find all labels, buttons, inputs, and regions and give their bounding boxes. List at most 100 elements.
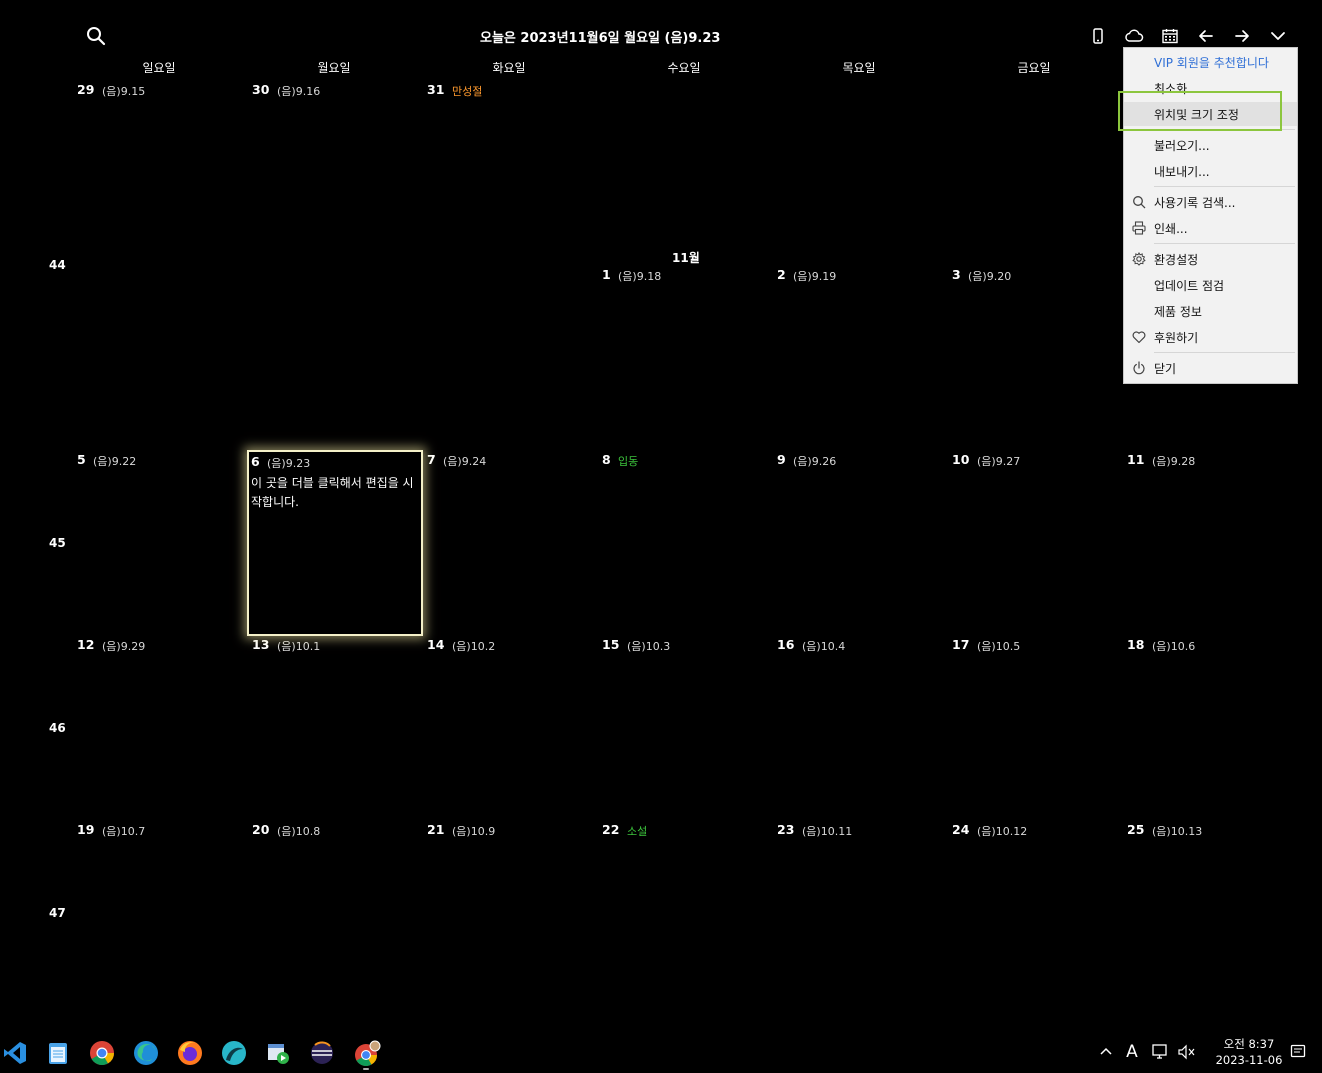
menu-separator [1154,243,1295,244]
chevron-up-icon [1100,1047,1112,1055]
calendar-button[interactable] [1158,24,1182,48]
day-number: 16 [777,637,795,652]
cloud-icon [1125,29,1144,42]
weekday-sun: 일요일 [142,61,176,75]
day-cell[interactable]: 10 (음)9.27 [949,452,1121,634]
day-cell[interactable]: 20 (음)10.8 [249,822,421,1004]
menu-item-export[interactable]: 내보내기... [1124,159,1297,183]
lunar-date: (음)10.8 [277,825,321,838]
notification-icon [1290,1044,1306,1058]
calendar-icon [1162,29,1178,44]
ime-indicator[interactable]: A [1116,1042,1148,1062]
day-cell[interactable]: 17 (음)10.5 [949,637,1121,819]
day-number: 21 [427,822,445,837]
lunar-date: (음)10.7 [102,825,146,838]
day-cell[interactable]: 12 (음)9.29 [74,637,246,819]
day-cell[interactable]: 3 (음)9.20 [949,267,1121,449]
taskbar-app-chrome-profile[interactable] [353,1040,381,1070]
taskbar: A 오전 8:37 2023-11-06 [0,1031,1322,1073]
volume-button[interactable] [1174,1044,1200,1060]
day-cell[interactable]: 5 (음)9.22 [74,452,246,634]
memo-text[interactable]: 이 곳을 더블 클릭해서 편집을 시작합니다. [251,474,419,512]
day-number: 6 [251,454,260,469]
taskbar-app-eclipse[interactable] [309,1040,335,1066]
day-number: 30 [252,82,270,97]
day-number: 11 [1127,452,1145,467]
holiday-label: 만성절 [452,85,483,98]
highlight-box [1118,91,1282,131]
menu-item-vip[interactable]: VIP 회원을 추천합니다 [1124,50,1297,74]
day-cell[interactable]: 13 (음)10.1 [249,637,421,819]
menu-toggle-button[interactable] [1266,24,1290,48]
day-number: 1 [602,267,611,282]
day-cell[interactable]: 16 (음)10.4 [774,637,946,819]
menu-item-import[interactable]: 불러오기... [1124,133,1297,157]
weekday-fri: 금요일 [1017,61,1051,75]
day-cell[interactable]: 23 (음)10.11 [774,822,946,1004]
day-cell[interactable]: 7 (음)9.24 [424,452,596,634]
day-cell[interactable]: 25 (음)10.13 [1124,822,1296,1004]
week-number: 44 [49,258,66,272]
taskbar-app-edge[interactable] [133,1040,159,1066]
taskbar-app-media[interactable] [265,1040,291,1066]
lunar-date: (음)9.27 [977,455,1021,468]
day-number: 25 [1127,822,1145,837]
menu-separator [1154,186,1295,187]
day-cell[interactable]: 29 (음)9.15 [74,82,246,264]
day-cell[interactable]: 11 (음)9.28 [1124,452,1296,634]
day-cell[interactable]: 30 (음)9.16 [249,82,421,264]
menu-item-settings[interactable]: 환경설정 [1124,247,1297,271]
day-number: 18 [1127,637,1145,652]
taskbar-app-browser[interactable] [221,1040,247,1066]
search-button[interactable] [84,24,108,48]
lunar-date: (음)9.28 [1152,455,1196,468]
day-number: 5 [77,452,86,467]
day-number: 29 [77,82,95,97]
menu-item-history-search[interactable]: 사용기록 검색... [1124,190,1297,214]
menu-item-update-check[interactable]: 업데이트 점검 [1124,273,1297,297]
day-cell[interactable]: 18 (음)10.6 [1124,637,1296,819]
day-number: 23 [777,822,795,837]
menu-item-donate[interactable]: 후원하기 [1124,325,1297,349]
network-button[interactable] [1148,1044,1174,1060]
taskbar-app-notepad[interactable] [45,1040,71,1066]
menu-item-product-info[interactable]: 제품 정보 [1124,299,1297,323]
menu-item-close[interactable]: 닫기 [1124,356,1297,380]
taskbar-app-vscode[interactable] [2,1040,28,1066]
lunar-date: (음)9.23 [267,457,311,470]
tray-overflow-button[interactable] [1096,1045,1116,1059]
vscode-icon [4,1042,26,1064]
menu-separator [1154,352,1295,353]
day-cell[interactable]: 22 소설 [599,822,771,1004]
taskbar-clock[interactable]: 오전 8:37 2023-11-06 [1214,1036,1284,1068]
taskbar-app-chrome[interactable] [89,1040,115,1066]
day-cell[interactable]: 19 (음)10.7 [74,822,246,1004]
chevron-down-icon [1271,32,1285,40]
search-icon [87,27,106,46]
day-cell[interactable]: 21 (음)10.9 [424,822,596,1004]
taskbar-app-firefox[interactable] [177,1040,203,1066]
day-cell[interactable]: 8 입동 [599,452,771,634]
mobile-button[interactable] [1086,24,1110,48]
day-cell[interactable]: 31 만성절 [424,82,596,264]
lunar-date: (음)10.6 [1152,640,1196,653]
menu-item-print[interactable]: 인쇄... [1124,216,1297,240]
day-number: 20 [252,822,270,837]
lunar-date: (음)9.29 [102,640,146,653]
weekday-tue: 화요일 [492,61,526,75]
day-cell[interactable]: 2 (음)9.19 [774,267,946,449]
power-icon [1133,361,1145,375]
day-cell[interactable]: 14 (음)10.2 [424,637,596,819]
day-number: 31 [427,82,445,97]
next-month-button[interactable] [1230,24,1254,48]
day-cell[interactable]: 24 (음)10.12 [949,822,1121,1004]
lunar-date: (음)9.19 [793,270,837,283]
notification-button[interactable] [1290,1044,1306,1064]
today-cell[interactable]: 6 (음)9.23 이 곳을 더블 클릭해서 편집을 시작합니다. [247,450,423,636]
day-cell[interactable]: 15 (음)10.3 [599,637,771,819]
prev-month-button[interactable] [1194,24,1218,48]
volume-muted-icon [1178,1044,1195,1060]
day-cell[interactable]: 1 (음)9.18 [599,267,771,449]
day-cell[interactable]: 9 (음)9.26 [774,452,946,634]
cloud-sync-button[interactable] [1122,24,1146,48]
